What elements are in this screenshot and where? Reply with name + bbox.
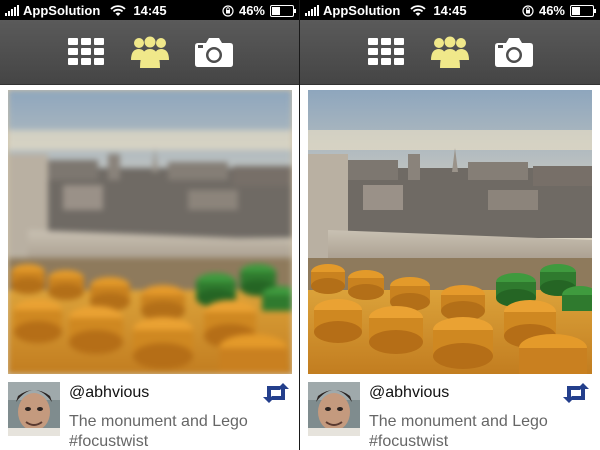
retweet-icon[interactable]: [562, 382, 590, 404]
screen-left: AppSolution 14:45 46% @abhvious The monu…: [0, 0, 300, 450]
status-bar: AppSolution 14:45 46%: [0, 0, 300, 20]
battery-fill: [272, 6, 281, 15]
photo-image: [8, 90, 292, 374]
grid-icon: [368, 38, 404, 65]
battery-percent: 46%: [238, 3, 265, 18]
post-caption: The monument and Lego #focustwist: [369, 413, 548, 450]
avatar[interactable]: [308, 382, 360, 436]
people-icon: [131, 36, 169, 68]
top-toolbar: [0, 20, 300, 85]
status-bar: AppSolution 14:45 46%: [300, 0, 600, 20]
post-username[interactable]: @abhvious: [369, 384, 449, 402]
post-caption: The monument and Lego #focustwist: [69, 413, 248, 450]
camera-icon: [195, 38, 233, 67]
battery-icon: [570, 4, 596, 17]
battery-fill: [572, 6, 581, 15]
grid-button[interactable]: [66, 32, 106, 72]
camera-button[interactable]: [494, 32, 534, 72]
rotation-lock-icon: [222, 4, 234, 17]
camera-icon: [495, 38, 533, 67]
people-button[interactable]: [130, 32, 170, 72]
people-icon: [431, 36, 469, 68]
post-username[interactable]: @abhvious: [69, 384, 149, 402]
grid-button[interactable]: [366, 32, 406, 72]
photo-image: [308, 90, 592, 374]
retweet-icon[interactable]: [262, 382, 290, 404]
camera-button[interactable]: [194, 32, 234, 72]
rotation-lock-icon: [522, 4, 534, 17]
battery-icon: [270, 4, 296, 17]
post-meta: @abhvious The monument and Lego #focustw…: [0, 378, 300, 450]
post-meta: @abhvious The monument and Lego #focustw…: [300, 378, 600, 450]
grid-icon: [68, 38, 104, 65]
avatar[interactable]: [8, 382, 60, 436]
screen-right: AppSolution 14:45 46% @abhvious The monu…: [300, 0, 600, 450]
post-photo[interactable]: [308, 90, 592, 374]
post-photo[interactable]: [8, 90, 292, 374]
battery-percent: 46%: [538, 3, 565, 18]
top-toolbar: [300, 20, 600, 85]
people-button[interactable]: [430, 32, 470, 72]
